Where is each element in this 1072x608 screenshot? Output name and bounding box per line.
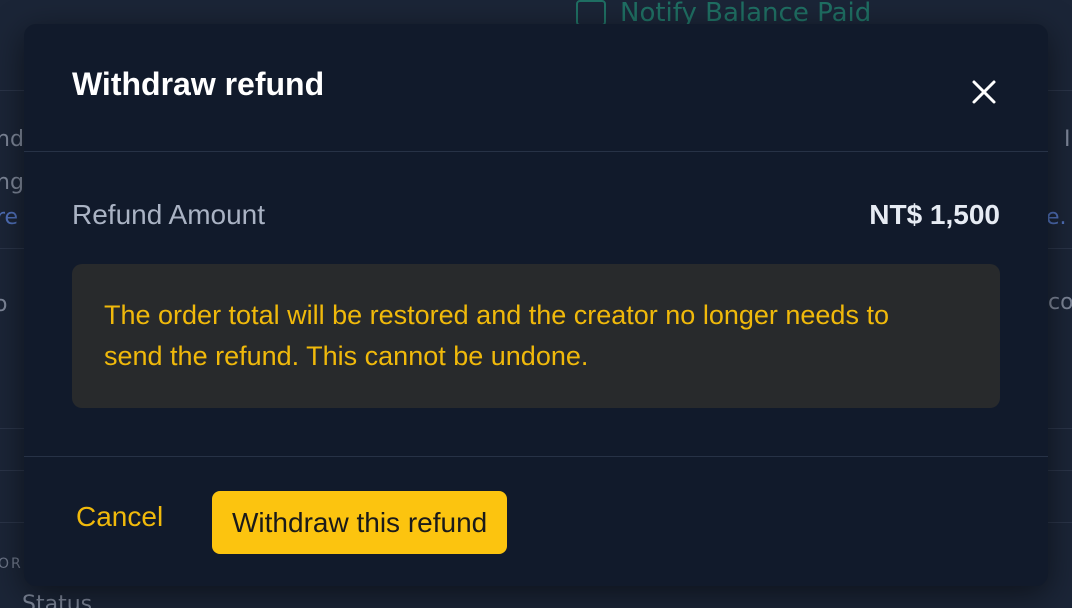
refund-amount-label: Refund Amount [72,199,266,230]
background-text-fragment: Status [22,592,93,608]
background-text-fragment: co [1048,290,1072,315]
background-text-fragment: o [0,292,8,317]
close-button[interactable] [964,72,1004,112]
warning-text: The order total will be restored and the… [104,300,889,371]
background-section-label: OR [0,556,23,572]
receipt-icon [576,0,606,26]
background-text-fragment: ng [0,170,24,195]
background-text-fragment: nd [0,127,24,152]
cancel-button[interactable]: Cancel [76,501,163,533]
background-link-fragment: e. [1046,205,1067,230]
dialog-title: Withdraw refund [72,66,325,102]
refund-amount-row: Refund Amount NT$ 1,500 [72,199,1000,231]
warning-notice: The order total will be restored and the… [72,264,1000,408]
dialog-footer: Cancel Withdraw this refund [24,456,1048,586]
refund-amount-value: NT$ 1,500 [869,199,1000,230]
background-link-fragment: re [0,205,19,230]
withdraw-refund-button[interactable]: Withdraw this refund [212,491,508,554]
close-icon [972,80,996,104]
dialog-header: Withdraw refund [24,24,1048,152]
withdraw-refund-dialog: Withdraw refund Refund Amount NT$ 1,500 … [24,24,1048,586]
background-text-fragment: I [1064,127,1071,152]
